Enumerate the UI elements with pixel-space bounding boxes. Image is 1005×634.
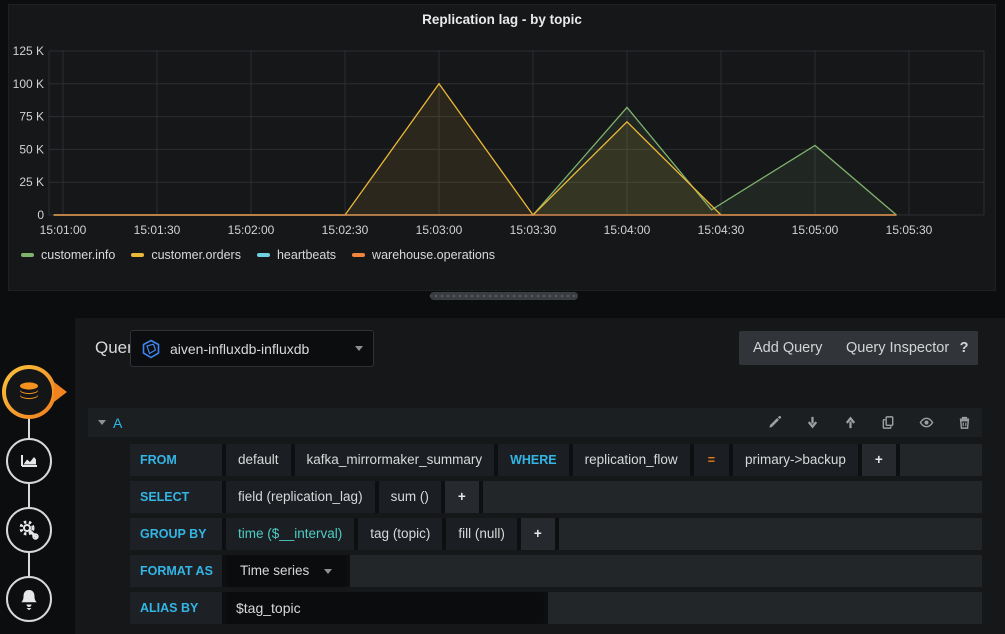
query-part[interactable]: primary->backup [733,444,858,476]
format-as-select[interactable]: Time series [226,555,346,587]
query-keyword-label: SELECT [130,481,222,513]
legend-swatch-icon [131,253,144,257]
legend-label: heartbeats [277,248,336,262]
collapse-caret-icon[interactable] [98,420,106,425]
panel-title[interactable]: Replication lag - by topic [9,12,995,27]
x-axis-tick-label: 15:05:30 [886,223,933,237]
row-filler [900,444,982,476]
query-rows: FROMdefaultkafka_mirrormaker_summaryWHER… [130,444,982,629]
row-filler [548,592,982,624]
legend-item-heartbeats[interactable]: heartbeats [257,248,336,262]
legend-label: warehouse.operations [372,248,495,262]
chart-legend: customer.info customer.orders heartbeats wa… [21,247,511,263]
tab-general-settings[interactable] [6,507,52,553]
query-keyword-label: FORMAT AS [130,555,222,587]
query-row-select: SELECTfield (replication_lag)sum ()+ [130,481,982,513]
legend-item-customer.orders[interactable]: customer.orders [131,248,241,262]
legend-swatch-icon [352,253,365,257]
x-axis-tick-label: 15:01:30 [134,223,181,237]
query-part[interactable]: kafka_mirrormaker_summary [295,444,495,476]
query-keyword-label: FROM [130,444,222,476]
y-axis-tick-label: 75 K [19,110,44,124]
trash-icon[interactable] [957,415,972,430]
query-row-format-as: FORMAT ASTime series [130,555,982,587]
gear-wrench-icon [16,517,42,543]
tab-visualization[interactable] [6,438,52,484]
bell-icon [16,586,42,612]
add-part-button[interactable]: + [521,518,555,550]
x-axis-tick-label: 15:02:30 [322,223,369,237]
arrow-down-icon[interactable] [805,415,820,430]
query-part[interactable]: WHERE [498,444,569,476]
y-axis-tick-label: 125 K [13,44,44,58]
query-inspector-button[interactable]: Query Inspector [832,331,963,365]
chevron-down-icon [324,569,332,574]
help-button[interactable]: ? [950,331,978,365]
y-axis-tick-label: 25 K [19,175,44,189]
arrow-up-icon[interactable] [843,415,858,430]
x-axis-tick-label: 15:03:00 [416,223,463,237]
row-filler [350,555,982,587]
graph-panel: Replication lag - by topic 0 25 K 50 K 75 K… [8,4,996,291]
row-filler [559,518,982,550]
legend-item-warehouse.operations[interactable]: warehouse.operations [352,248,495,262]
datasource-name: aiven-influxdb-influxdb [170,341,355,357]
panel-resize-handle[interactable] [430,292,578,300]
legend-swatch-icon [21,253,34,257]
query-keyword-label: GROUP BY [130,518,222,550]
query-part[interactable]: replication_flow [573,444,690,476]
x-axis-tick-label: 15:01:00 [40,223,87,237]
query-part[interactable]: = [694,444,729,476]
y-axis-tick-label: 50 K [19,142,44,156]
query-part[interactable]: time ($__interval) [226,518,354,550]
y-axis-tick-label: 0 [37,208,44,222]
query-row-alias-by: ALIAS BY [130,592,982,624]
alias-by-input[interactable] [226,592,544,624]
time-series-chart: 0 25 K 50 K 75 K 100 K 125 K 15:01:00 15:01:30 1… [9,34,995,246]
database-icon [6,369,52,415]
tab-connector-line [28,392,30,599]
query-row-group-by: GROUP BYtime ($__interval)tag (topic)fil… [130,518,982,550]
add-part-button[interactable]: + [445,481,479,513]
query-part[interactable]: tag (topic) [358,518,442,550]
add-query-button[interactable]: Add Query [739,331,836,365]
x-axis-tick-label: 15:03:30 [510,223,557,237]
query-row-from: FROMdefaultkafka_mirrormaker_summaryWHER… [130,444,982,476]
legend-label: customer.info [41,248,115,262]
query-ref-id: A [113,415,122,431]
query-part[interactable]: field (replication_lag) [226,481,375,513]
x-axis-tick-label: 15:04:30 [698,223,745,237]
query-part[interactable]: default [226,444,291,476]
tab-alert[interactable] [6,576,52,622]
influxdb-logo-icon [141,339,161,359]
legend-swatch-icon [257,253,270,257]
chevron-down-icon [355,346,363,351]
x-axis-tick-label: 15:02:00 [228,223,275,237]
x-axis-tick-label: 15:04:00 [604,223,651,237]
x-axis-tick-label: 15:05:00 [792,223,839,237]
area-chart-icon [17,449,41,473]
query-part[interactable]: fill (null) [446,518,517,550]
query-keyword-label: ALIAS BY [130,592,222,624]
query-row-header[interactable]: A [88,408,982,437]
query-part[interactable]: sum () [379,481,441,513]
legend-item-customer.info[interactable]: customer.info [21,248,115,262]
pencil-icon[interactable] [767,415,782,430]
row-filler [483,481,982,513]
add-part-button[interactable]: + [862,444,896,476]
datasource-select[interactable]: aiven-influxdb-influxdb [130,330,374,367]
tab-queries[interactable] [2,365,56,419]
duplicate-icon[interactable] [881,415,896,430]
tab-pointer-arrow [54,382,67,402]
legend-label: customer.orders [151,248,241,262]
y-axis-tick-label: 100 K [13,77,44,91]
eye-icon[interactable] [919,415,934,430]
